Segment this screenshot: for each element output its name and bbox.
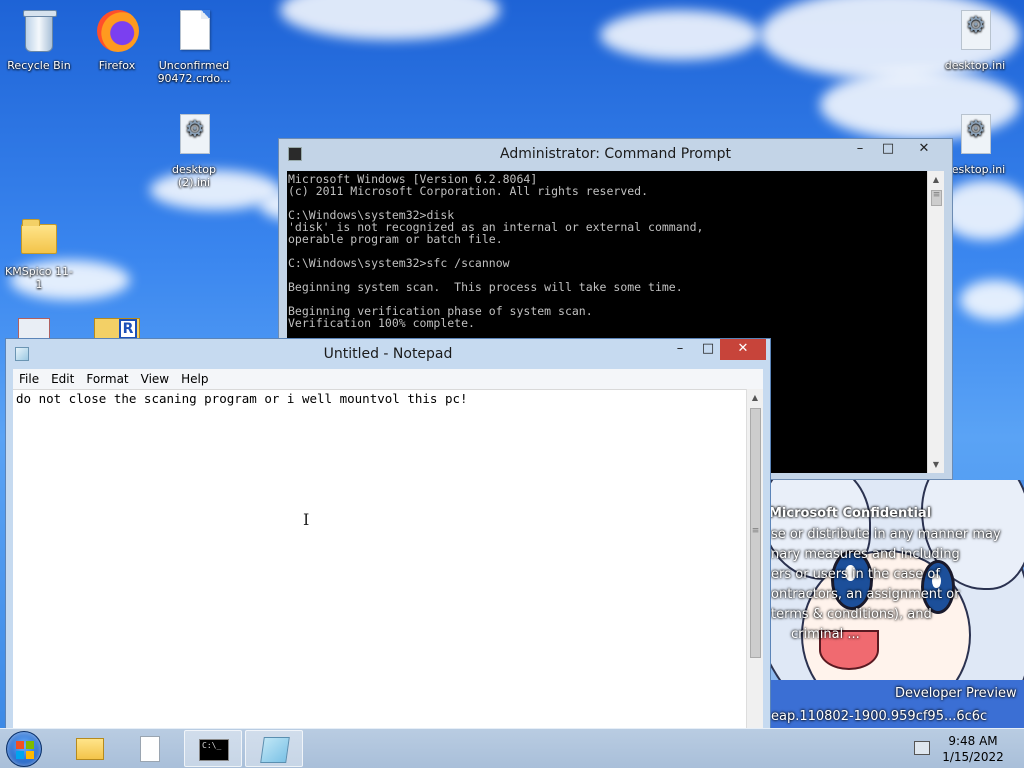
firefox-icon	[97, 10, 139, 52]
desktop-ini-label: desktop.ini	[944, 59, 1006, 72]
console-line: (c) 2011 Microsoft Corporation. All righ…	[288, 184, 649, 198]
taskbar-command-prompt[interactable]: C:\_	[184, 730, 242, 767]
notepad-window[interactable]: Untitled - Notepad – □ ✕ File Edit Format V…	[5, 338, 771, 730]
console-line: Beginning system scan. This process will…	[288, 280, 683, 294]
notepad-scrollbar[interactable]: ▲ ≡	[746, 389, 763, 729]
document-icon	[180, 10, 210, 50]
notepad-icon	[260, 737, 290, 763]
recycle-bin-label: Recycle Bin	[7, 59, 71, 72]
cmd-scrollbar[interactable]: ▲ ≡ ▼	[927, 171, 944, 473]
recycle-bin-desktop-icon[interactable]: Recycle Bin	[2, 8, 76, 72]
watermark-line: terms & conditions), and	[771, 607, 932, 622]
desktop-2-ini-label: desktop (2).ini	[172, 163, 216, 189]
menu-view[interactable]: View	[135, 369, 175, 389]
firefox-label: Firefox	[98, 59, 136, 72]
partial-app-icon[interactable]	[18, 318, 50, 340]
folder-icon	[76, 738, 104, 760]
clock[interactable]: 9:48 AM 1/15/2022	[936, 733, 1010, 765]
clock-time: 9:48 AM	[948, 734, 998, 748]
menu-file[interactable]: File	[13, 369, 45, 389]
clock-date: 1/15/2022	[942, 750, 1004, 764]
notepad-text-area[interactable]: do not close the scaning program or i we…	[13, 389, 746, 729]
wallpaper-character: Microsoft Confidential se or distribute …	[771, 480, 1024, 728]
minimize-button[interactable]: –	[846, 139, 874, 160]
close-button[interactable]: ✕	[901, 139, 947, 160]
console-line: operable program or batch file.	[288, 232, 503, 246]
scroll-down-arrow-icon[interactable]: ▼	[928, 456, 944, 473]
taskbar: C:\_ 9:48 AM 1/15/2022	[0, 728, 1024, 768]
notepad-titlebar[interactable]: Untitled - Notepad – □ ✕	[6, 339, 770, 369]
settings-file-icon	[180, 114, 210, 154]
taskbar-notepad[interactable]	[245, 730, 303, 767]
unconfirmed-download-label: Unconfirmed 90472.crdo...	[157, 59, 231, 85]
network-icon[interactable]	[914, 741, 930, 755]
taskbar-document[interactable]	[120, 730, 178, 767]
cmd-titlebar[interactable]: Administrator: Command Prompt – □ ✕	[279, 139, 952, 169]
watermark-line: ers or users in the case of	[771, 567, 940, 582]
scroll-up-arrow-icon[interactable]: ▲	[747, 389, 763, 406]
r-logo-icon: R	[119, 319, 137, 339]
scroll-thumb[interactable]: ≡	[931, 190, 942, 206]
scroll-up-arrow-icon[interactable]: ▲	[928, 171, 944, 188]
maximize-button[interactable]: □	[874, 139, 902, 160]
partial-folder-icon[interactable]: R	[94, 318, 140, 340]
maximize-button[interactable]: □	[694, 339, 722, 360]
settings-file-icon	[961, 10, 991, 50]
text-cursor-icon: I	[303, 510, 310, 529]
menu-edit[interactable]: Edit	[45, 369, 80, 389]
folder-icon	[21, 219, 57, 254]
recycle-bin-icon	[23, 10, 57, 52]
taskbar-explorer[interactable]	[60, 730, 118, 767]
document-icon	[140, 736, 160, 762]
start-button[interactable]	[6, 731, 42, 767]
close-button[interactable]: ✕	[720, 339, 766, 360]
watermark-line: criminal ...	[791, 627, 860, 642]
console-line: Verification 100% complete.	[288, 316, 475, 330]
watermark-line: nary measures and including	[771, 547, 960, 562]
scroll-thumb[interactable]: ≡	[750, 408, 761, 658]
menu-format[interactable]: Format	[80, 369, 134, 389]
notepad-title: Untitled - Notepad	[323, 346, 453, 362]
watermark-line: ontractors, an assignment or	[771, 587, 960, 602]
desktop-ini-desktop-icon[interactable]: desktop.ini	[938, 8, 1012, 72]
watermark-heading: Microsoft Confidential	[771, 506, 932, 521]
firefox-desktop-icon[interactable]: Firefox	[80, 8, 154, 72]
kmspico-desktop-icon[interactable]: KMSpico 11-1	[2, 214, 76, 291]
menu-help[interactable]: Help	[175, 369, 214, 389]
watermark-build-string: eap.110802-1900.959cf95...6c6c	[771, 709, 988, 724]
notepad-content: do not close the scaning program or i we…	[16, 391, 468, 406]
kmspico-label: KMSpico 11-1	[5, 265, 73, 291]
minimize-button[interactable]: –	[666, 339, 694, 360]
desktop-2-ini-desktop-icon[interactable]: desktop (2).ini	[157, 112, 231, 189]
console-line: C:\Windows\system32>sfc /scannow	[288, 256, 510, 270]
notepad-menubar: File Edit Format View Help	[13, 369, 763, 389]
command-prompt-icon: C:\_	[199, 739, 229, 761]
watermark-build: Developer Preview	[895, 686, 1017, 701]
unconfirmed-download-desktop-icon[interactable]: Unconfirmed 90472.crdo...	[157, 8, 231, 85]
watermark-line: se or distribute in any manner may	[771, 527, 1001, 542]
settings-file-icon	[961, 114, 991, 154]
